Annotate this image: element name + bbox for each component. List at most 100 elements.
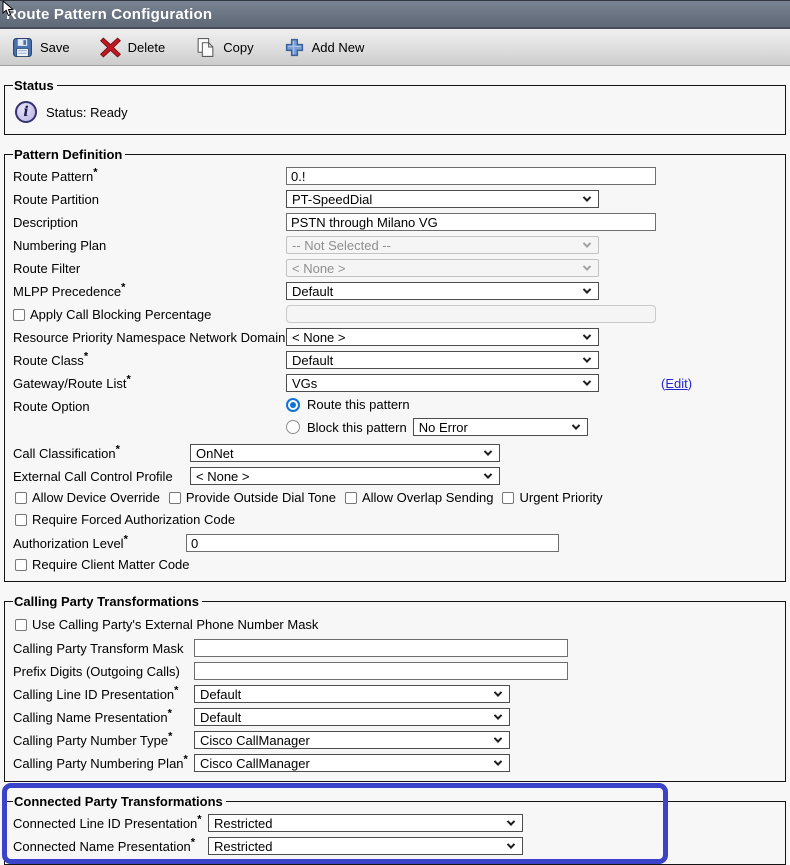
apply-call-blocking-label: Apply Call Blocking Percentage [13,307,286,322]
chevron-down-icon [583,354,591,362]
resource-priority-select[interactable]: < None > [286,328,599,346]
require-client-matter-checkbox[interactable] [15,559,27,571]
delete-icon [100,37,121,58]
urgent-priority-checkbox[interactable] [502,492,514,504]
chevron-down-icon [583,285,591,293]
provide-outside-dial-tone-checkbox[interactable] [169,492,181,504]
calling-party-number-type-label: Calling Party Number Type* [13,733,194,748]
provide-outside-dial-tone-label: Provide Outside Dial Tone [186,490,336,505]
route-pattern-input[interactable] [286,167,656,185]
copy-button-label: Copy [223,40,253,55]
edit-link[interactable]: Edit [665,376,687,391]
allow-overlap-sending-label: Allow Overlap Sending [362,490,494,505]
chevron-down-icon [494,734,502,742]
mouse-cursor-icon [2,1,16,19]
require-forced-auth-label: Require Forced Authorization Code [32,512,235,527]
connected-name-presentation-label: Connected Name Presentation* [13,839,208,854]
allow-device-override-checkbox[interactable] [15,492,27,504]
urgent-priority-label: Urgent Priority [519,490,602,505]
route-class-select[interactable]: Default [286,351,599,369]
form-content: Status i Status: Ready Pattern Definitio… [0,66,790,865]
authorization-level-input[interactable] [186,534,559,552]
pattern-definition-section: Pattern Definition Route Pattern* Route … [4,147,786,582]
calling-party-numbering-plan-select[interactable]: Cisco CallManager [194,754,510,772]
route-filter-label: Route Filter [13,261,286,276]
chevron-down-icon [494,757,502,765]
route-partition-label: Route Partition [13,192,286,207]
chevron-down-icon [484,447,492,455]
chevron-down-icon [583,239,591,247]
use-external-mask-checkbox[interactable] [15,619,27,631]
chevron-down-icon [494,711,502,719]
chevron-down-icon [484,470,492,478]
connected-line-id-presentation-select[interactable]: Restricted [208,814,523,832]
add-new-button[interactable]: Add New [284,37,365,58]
external-call-control-label: External Call Control Profile [13,469,190,484]
description-input[interactable] [286,213,656,231]
calling-party-numbering-plan-label: Calling Party Numbering Plan* [13,756,194,771]
route-filter-select: < None > [286,259,599,277]
delete-button[interactable]: Delete [100,37,166,58]
chevron-down-icon [583,377,591,385]
mlpp-precedence-select[interactable]: Default [286,282,599,300]
call-classification-select[interactable]: OnNet [190,444,500,462]
authorization-level-label: Authorization Level* [13,536,186,551]
connected-name-presentation-select[interactable]: Restricted [208,837,523,855]
calling-party-section: Calling Party Transformations Use Callin… [4,594,786,782]
gateway-route-list-select[interactable]: VGs [286,374,599,392]
block-reason-select[interactable]: No Error [413,418,588,436]
calling-party-number-type-select[interactable]: Cisco CallManager [194,731,510,749]
connected-party-legend: Connected Party Transformations [13,794,226,809]
chevron-down-icon [507,840,515,848]
numbering-plan-label: Numbering Plan [13,238,286,253]
call-classification-label: Call Classification* [13,446,190,461]
allow-overlap-sending-checkbox[interactable] [345,492,357,504]
page-title: Route Pattern Configuration [6,6,212,23]
add-new-button-label: Add New [312,40,365,55]
copy-icon [195,37,216,58]
info-icon: i [15,101,37,123]
prefix-digits-label: Prefix Digits (Outgoing Calls) [13,664,194,679]
edit-link-wrap: (Edit) [661,376,692,391]
pattern-definition-legend: Pattern Definition [13,147,125,162]
chevron-down-icon [571,421,579,429]
require-forced-auth-checkbox[interactable] [15,514,27,526]
route-partition-select[interactable]: PT-SpeedDial [286,190,599,208]
title-bar: Route Pattern Configuration [0,0,790,29]
route-option-label: Route Option [13,397,286,414]
calling-transform-mask-input[interactable] [194,639,568,657]
resource-priority-label: Resource Priority Namespace Network Doma… [13,330,286,345]
require-client-matter-label: Require Client Matter Code [32,557,190,572]
calling-name-presentation-label: Calling Name Presentation* [13,710,194,725]
connected-line-id-presentation-label: Connected Line ID Presentation* [13,816,208,831]
mlpp-precedence-label: MLPP Precedence* [13,284,286,299]
status-text: Status: Ready [46,105,128,120]
block-this-pattern-label: Block this pattern [307,420,407,435]
save-button[interactable]: Save [12,37,70,58]
calling-transform-mask-label: Calling Party Transform Mask [13,641,194,656]
save-button-label: Save [40,40,70,55]
calling-line-id-presentation-select[interactable]: Default [194,685,510,703]
chevron-down-icon [507,817,515,825]
route-this-pattern-radio[interactable] [286,398,300,412]
calling-name-presentation-select[interactable]: Default [194,708,510,726]
toolbar: Save Delete Copy Add New [0,29,790,66]
route-class-label: Route Class* [13,353,286,368]
route-this-pattern-label: Route this pattern [307,397,410,412]
route-pattern-label: Route Pattern* [13,169,286,184]
allow-device-override-label: Allow Device Override [32,490,160,505]
description-label: Description [13,215,286,230]
chevron-down-icon [583,331,591,339]
prefix-digits-input[interactable] [194,662,568,680]
connected-party-wrap: Connected Party Transformations Connecte… [0,794,790,865]
status-section: Status i Status: Ready [4,78,786,135]
call-blocking-percentage-input [286,305,656,323]
block-this-pattern-radio[interactable] [286,420,300,434]
chevron-down-icon [583,262,591,270]
calling-party-legend: Calling Party Transformations [13,594,202,609]
chevron-down-icon [494,688,502,696]
apply-call-blocking-checkbox[interactable] [13,309,25,321]
chevron-down-icon [583,193,591,201]
copy-button[interactable]: Copy [195,37,253,58]
external-call-control-select[interactable]: < None > [190,467,500,485]
